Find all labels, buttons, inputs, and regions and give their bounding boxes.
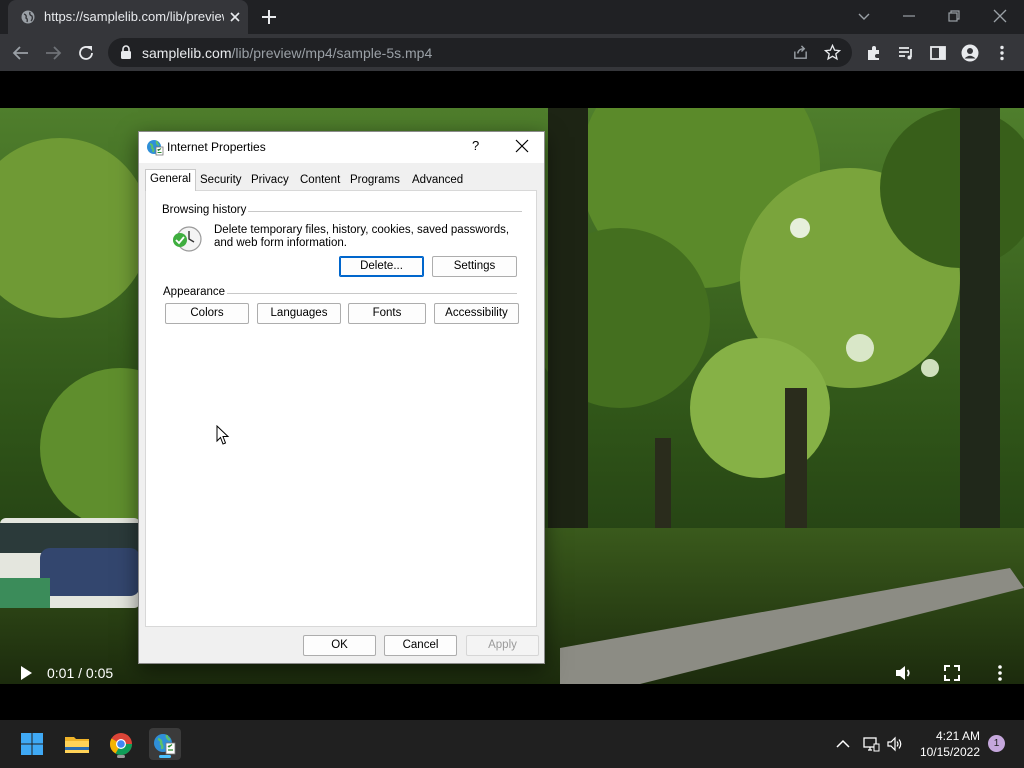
browsing-history-icon [173,226,202,252]
tab-content[interactable]: Content [296,171,344,191]
volume-icon[interactable] [894,663,914,683]
bookmark-star-icon[interactable] [824,44,841,61]
chevron-up-icon[interactable] [834,735,852,753]
internet-properties-dialog: Internet Properties ? General Security P… [138,131,545,664]
help-button[interactable]: ? [472,138,479,153]
dialog-titlebar[interactable]: Internet Properties ? [139,132,544,163]
file-explorer-button[interactable] [61,728,93,760]
fullscreen-icon[interactable] [942,663,962,683]
url-path: /lib/preview/mp4/sample-5s.mp4 [231,45,433,61]
divider [248,211,522,212]
profile-avatar-icon[interactable] [961,44,979,62]
dialog-title: Internet Properties [167,140,266,154]
globe-icon [21,10,35,24]
accessibility-button[interactable]: Accessibility [434,303,519,324]
address-bar[interactable]: samplelib.com/lib/preview/mp4/sample-5s.… [108,38,852,67]
tab-privacy[interactable]: Privacy [247,171,293,191]
chrome-taskbar-button[interactable] [105,728,137,760]
apply-button[interactable]: Apply [466,635,539,656]
settings-button[interactable]: Settings [432,256,517,277]
delete-button[interactable]: Delete... [339,256,424,277]
tab-programs[interactable]: Programs [346,171,404,191]
languages-button[interactable]: Languages [257,303,341,324]
minimize-icon[interactable] [901,8,917,24]
network-icon[interactable] [862,735,880,753]
close-tab-icon[interactable] [227,9,243,25]
browsing-history-heading: Browsing history [162,204,247,216]
colors-button[interactable]: Colors [165,303,249,324]
tab-title: https://samplelib.com/lib/preview/mp4/sa… [44,9,224,24]
mouse-cursor-icon [216,425,230,445]
running-indicator [117,755,125,758]
restore-icon[interactable] [946,8,962,24]
ok-button[interactable]: OK [303,635,376,656]
browser-toolbar: samplelib.com/lib/preview/mp4/sample-5s.… [0,34,1024,71]
video-more-icon[interactable] [990,663,1010,683]
extensions-icon[interactable] [865,44,883,62]
clock-time: 4:21 AM [935,729,980,743]
browsing-history-description: Delete temporary files, history, cookies… [214,224,510,249]
speaker-icon[interactable] [886,735,904,753]
share-icon[interactable] [792,44,809,61]
tab-general[interactable]: General [145,169,196,191]
start-button[interactable] [16,728,48,760]
chrome-menu-icon[interactable] [993,44,1011,62]
internet-options-taskbar-button[interactable] [149,728,181,760]
url-text: samplelib.com/lib/preview/mp4/sample-5s.… [142,45,432,61]
windows-logo-icon [21,733,43,755]
reload-icon[interactable] [77,44,95,62]
windows-taskbar: 4:21 AM 10/15/2022 1 [0,720,1024,768]
back-icon[interactable] [12,44,30,62]
media-control-icon[interactable] [897,44,915,62]
active-indicator [159,755,171,758]
lock-icon[interactable] [119,45,133,60]
close-icon[interactable] [515,139,529,153]
folder-icon [65,737,89,753]
video-time: 0:01 / 0:05 [47,665,114,681]
url-host: samplelib.com [142,45,232,61]
clock-date: 10/15/2022 [919,745,980,759]
new-tab-icon[interactable] [260,8,278,26]
appearance-heading: Appearance [163,286,226,298]
notification-badge[interactable]: 1 [988,735,1005,752]
side-panel-icon[interactable] [929,44,947,62]
system-clock[interactable]: 4:21 AM 10/15/2022 [904,728,980,760]
tab-advanced[interactable]: Advanced [408,171,467,191]
tab-search-icon[interactable] [856,8,872,24]
divider [227,293,517,294]
close-window-icon[interactable] [992,8,1008,24]
forward-icon[interactable] [44,44,62,62]
cancel-button[interactable]: Cancel [384,635,457,656]
tab-security[interactable]: Security [196,171,246,191]
internet-options-icon [147,140,164,156]
play-icon[interactable] [16,663,36,683]
browser-tab[interactable]: https://samplelib.com/lib/preview/mp4/sa… [8,0,248,34]
browser-tab-strip: https://samplelib.com/lib/preview/mp4/sa… [0,0,1024,34]
general-tab-panel: Browsing history Delete temporary files,… [145,190,537,627]
fonts-button[interactable]: Fonts [348,303,426,324]
